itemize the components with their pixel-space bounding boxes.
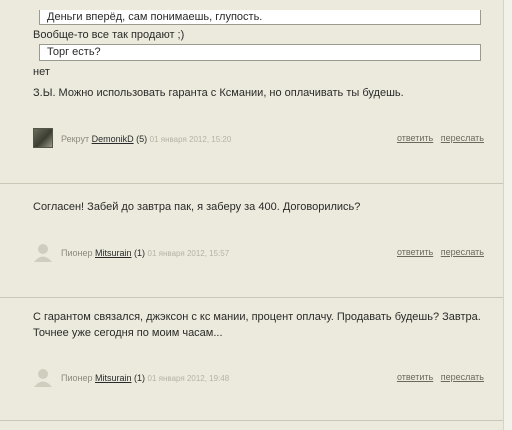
timestamp: 01 января 2012, 15:20 (149, 135, 232, 144)
divider (0, 297, 504, 298)
user-rank: Пионер (61, 373, 93, 383)
author-line: Рекрут DemonikD (5) 01 января 2012, 15:2… (61, 134, 231, 144)
comment-text: Согласен! Забей до завтра пак, я заберу … (33, 201, 361, 213)
divider (0, 183, 504, 184)
comments-panel: Деньги вперёд, сам понимаешь, глупость. … (0, 0, 505, 430)
avatar-placeholder-icon[interactable] (33, 367, 53, 387)
reputation: (5) (136, 134, 148, 144)
username-link[interactable]: DemonikD (92, 134, 134, 144)
quote-text: Деньги вперёд, сам понимаешь, глупость. (47, 11, 263, 23)
comment-actions: ответить переслать (392, 372, 484, 382)
avatar-placeholder-icon[interactable] (33, 242, 53, 262)
reply-link[interactable]: ответить (397, 133, 433, 143)
comment-text: З.Ы. Можно использовать гаранта с Ксмани… (33, 87, 404, 99)
forward-link[interactable]: переслать (441, 133, 484, 143)
forward-link[interactable]: переслать (441, 247, 484, 257)
comment-text: Вообще-то все так продают ;) (33, 29, 185, 41)
user-rank: Пионер (61, 248, 93, 258)
username-link[interactable]: Mitsurain (95, 248, 132, 258)
avatar[interactable] (33, 128, 53, 148)
comment-meta: Рекрут DemonikD (5) 01 января 2012, 15:2… (33, 128, 484, 150)
author-line: Пионер Mitsurain (1) 01 января 2012, 15:… (61, 248, 229, 258)
quote-block: Деньги вперёд, сам понимаешь, глупость. (39, 10, 481, 25)
reply-link[interactable]: ответить (397, 372, 433, 382)
quote-text: Торг есть? (47, 46, 101, 58)
username-link[interactable]: Mitsurain (95, 373, 132, 383)
scrollbar[interactable] (503, 0, 512, 430)
reputation: (1) (134, 373, 146, 383)
quote-block: Торг есть? (39, 44, 481, 61)
comment-text: Точнее уже сегодня по моим часам... (33, 327, 223, 339)
comment-actions: ответить переслать (392, 247, 484, 257)
comment-meta: Пионер Mitsurain (1) 01 января 2012, 15:… (33, 242, 484, 264)
comment-meta: Пионер Mitsurain (1) 01 января 2012, 19:… (33, 367, 484, 389)
reply-link[interactable]: ответить (397, 247, 433, 257)
divider (0, 420, 504, 421)
comment-text: С гарантом связался, джэксон с кс мании,… (33, 311, 481, 323)
forward-link[interactable]: переслать (441, 372, 484, 382)
timestamp: 01 января 2012, 15:57 (147, 249, 230, 258)
timestamp: 01 января 2012, 19:48 (147, 374, 230, 383)
author-line: Пионер Mitsurain (1) 01 января 2012, 19:… (61, 373, 229, 383)
comment-actions: ответить переслать (392, 133, 484, 143)
reputation: (1) (134, 248, 146, 258)
user-rank: Рекрут (61, 134, 90, 144)
comment-text: нет (33, 66, 50, 78)
